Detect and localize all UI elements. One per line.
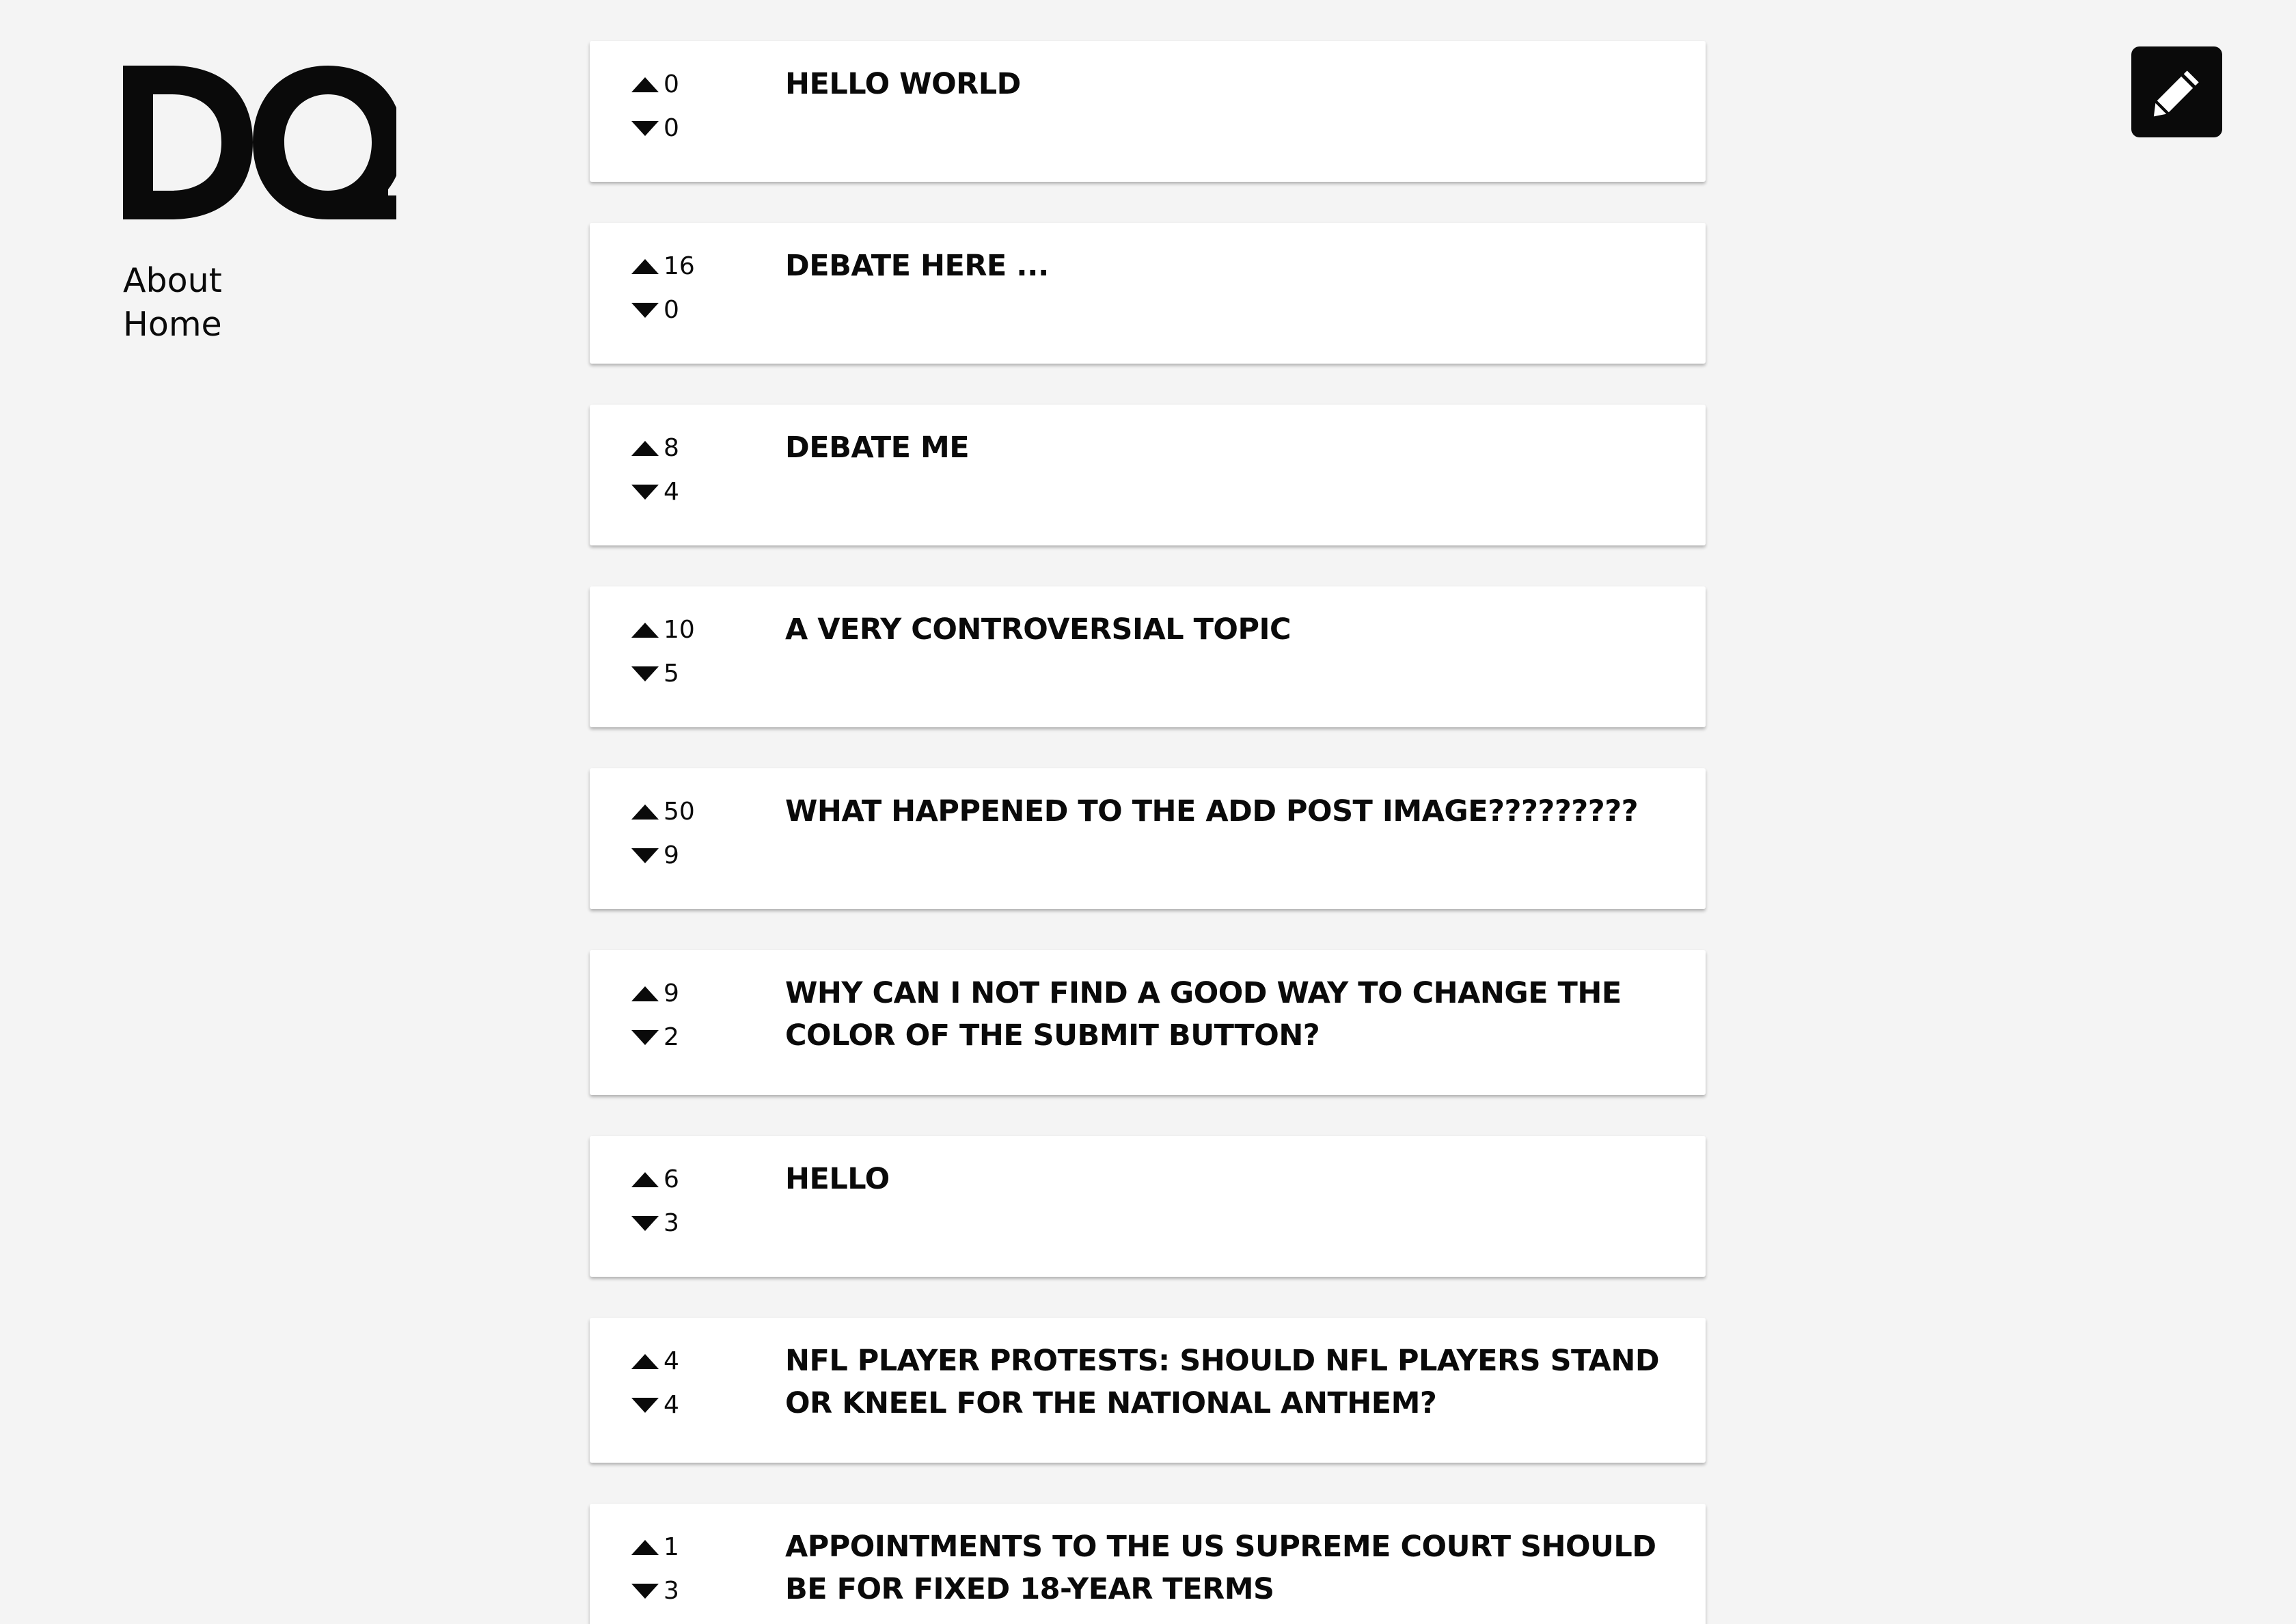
triangle-down-icon <box>631 1398 659 1413</box>
upvote-button[interactable]: 16 <box>631 245 785 288</box>
downvote-count: 4 <box>664 478 679 506</box>
triangle-up-icon <box>631 441 659 456</box>
triangle-down-icon <box>631 666 659 681</box>
downvote-count: 0 <box>664 296 679 324</box>
post-feed: 0 0 HELLO WORLD 16 0 DEBATE HERE ... 8 4… <box>590 41 1706 1624</box>
pencil-icon <box>2153 70 2199 116</box>
post-title[interactable]: DEBATE ME <box>785 427 1706 514</box>
downvote-count: 3 <box>664 1209 679 1237</box>
triangle-up-icon <box>631 1540 659 1555</box>
post-title[interactable]: NFL PLAYER PROTESTS: SHOULD NFL PLAYERS … <box>785 1340 1706 1431</box>
triangle-down-icon <box>631 485 659 500</box>
upvote-button[interactable]: 10 <box>631 608 785 652</box>
upvote-count: 6 <box>664 1165 679 1193</box>
upvote-count: 50 <box>664 798 695 826</box>
nav-link-about[interactable]: About <box>123 259 410 303</box>
new-post-button[interactable] <box>2131 46 2222 137</box>
post-card[interactable]: 50 9 WHAT HAPPENED TO THE ADD POST IMAGE… <box>590 768 1706 909</box>
triangle-up-icon <box>631 804 659 820</box>
post-card[interactable]: 0 0 HELLO WORLD <box>590 41 1706 182</box>
triangle-down-icon <box>631 1584 659 1599</box>
post-title[interactable]: WHAT HAPPENED TO THE ADD POST IMAGE?????… <box>785 790 1706 878</box>
upvote-count: 9 <box>664 979 679 1007</box>
downvote-count: 3 <box>664 1577 679 1605</box>
nav-link-home[interactable]: Home <box>123 303 410 347</box>
upvote-count: 4 <box>664 1347 679 1375</box>
downvote-button[interactable]: 3 <box>631 1569 785 1613</box>
vote-controls: 8 4 <box>590 435 785 514</box>
post-title[interactable]: A VERY CONTROVERSIAL TOPIC <box>785 608 1706 696</box>
upvote-button[interactable]: 8 <box>631 427 785 470</box>
post-title[interactable]: HELLO <box>785 1158 1706 1245</box>
triangle-down-icon <box>631 1030 659 1045</box>
downvote-count: 4 <box>664 1391 679 1419</box>
downvote-count: 5 <box>664 660 679 688</box>
post-card[interactable]: 16 0 DEBATE HERE ... <box>590 223 1706 364</box>
downvote-button[interactable]: 4 <box>631 470 785 514</box>
upvote-button[interactable]: 0 <box>631 63 785 107</box>
triangle-down-icon <box>631 848 659 863</box>
vote-controls: 10 5 <box>590 617 785 696</box>
vote-controls: 6 3 <box>590 1166 785 1245</box>
vote-controls: 50 9 <box>590 798 785 878</box>
downvote-button[interactable]: 2 <box>631 1016 785 1059</box>
page: DQ About Home 0 0 HELLO WORLD <box>0 0 2296 1624</box>
post-card[interactable]: 10 5 A VERY CONTROVERSIAL TOPIC <box>590 586 1706 727</box>
downvote-button[interactable]: 0 <box>631 288 785 332</box>
triangle-down-icon <box>631 121 659 136</box>
post-card[interactable]: 6 3 HELLO <box>590 1136 1706 1277</box>
downvote-button[interactable]: 5 <box>631 652 785 696</box>
main-nav: About Home <box>123 259 410 347</box>
upvote-button[interactable]: 1 <box>631 1526 785 1569</box>
upvote-count: 10 <box>664 616 695 644</box>
vote-controls: 9 2 <box>590 980 785 1064</box>
sidebar: DQ About Home <box>123 66 410 347</box>
downvote-button[interactable]: 4 <box>631 1383 785 1427</box>
upvote-button[interactable]: 4 <box>631 1340 785 1383</box>
downvote-button[interactable]: 9 <box>631 834 785 878</box>
triangle-up-icon <box>631 1354 659 1369</box>
triangle-down-icon <box>631 1216 659 1231</box>
post-card[interactable]: 8 4 DEBATE ME <box>590 405 1706 545</box>
vote-controls: 16 0 <box>590 253 785 332</box>
post-title[interactable]: APPOINTMENTS TO THE US SUPREME COURT SHO… <box>785 1526 1706 1617</box>
triangle-up-icon <box>631 77 659 92</box>
triangle-down-icon <box>631 303 659 318</box>
vote-controls: 1 3 <box>590 1534 785 1617</box>
triangle-up-icon <box>631 623 659 638</box>
triangle-up-icon <box>631 1172 659 1187</box>
upvote-button[interactable]: 9 <box>631 972 785 1016</box>
vote-controls: 0 0 <box>590 71 785 150</box>
upvote-button[interactable]: 6 <box>631 1158 785 1202</box>
post-title[interactable]: WHY CAN I NOT FIND A GOOD WAY TO CHANGE … <box>785 972 1706 1064</box>
downvote-button[interactable]: 0 <box>631 107 785 150</box>
upvote-button[interactable]: 50 <box>631 790 785 834</box>
downvote-count: 0 <box>664 114 679 142</box>
triangle-up-icon <box>631 986 659 1001</box>
downvote-count: 2 <box>664 1023 679 1051</box>
vote-controls: 4 4 <box>590 1348 785 1431</box>
triangle-up-icon <box>631 259 659 274</box>
post-card[interactable]: 1 3 APPOINTMENTS TO THE US SUPREME COURT… <box>590 1504 1706 1624</box>
downvote-button[interactable]: 3 <box>631 1202 785 1245</box>
post-title[interactable]: DEBATE HERE ... <box>785 245 1706 332</box>
upvote-count: 16 <box>664 252 695 280</box>
upvote-count: 0 <box>664 70 679 98</box>
post-title[interactable]: HELLO WORLD <box>785 63 1706 150</box>
upvote-count: 1 <box>664 1533 679 1561</box>
dq-logo[interactable]: DQ <box>123 66 396 219</box>
post-card[interactable]: 4 4 NFL PLAYER PROTESTS: SHOULD NFL PLAY… <box>590 1318 1706 1463</box>
downvote-count: 9 <box>664 841 679 869</box>
post-card[interactable]: 9 2 WHY CAN I NOT FIND A GOOD WAY TO CHA… <box>590 950 1706 1095</box>
upvote-count: 8 <box>664 434 679 462</box>
